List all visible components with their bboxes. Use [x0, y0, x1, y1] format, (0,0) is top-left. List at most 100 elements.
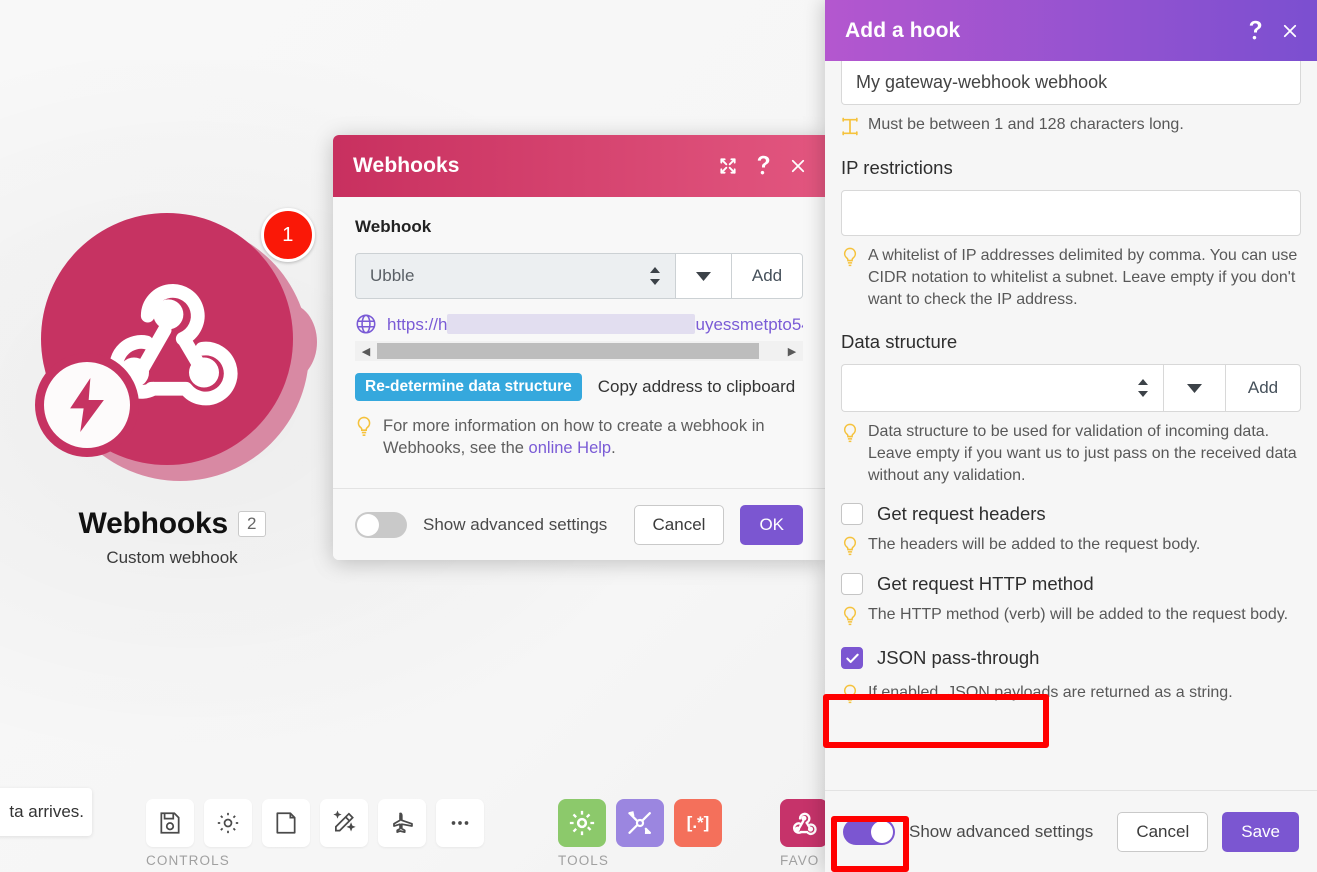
webhooks-dialog-header: Webhooks: [333, 135, 825, 197]
close-icon[interactable]: [789, 157, 807, 175]
tools-utilities-button[interactable]: [616, 799, 664, 847]
webhook-section-title: Webhook: [355, 217, 432, 236]
json-pass-through-hint-text: If enabled, JSON payloads are returned a…: [868, 684, 1233, 702]
get-request-headers-row[interactable]: Get request headers: [841, 503, 1301, 526]
webhooks-dialog: Webhooks Webhook Ubble Add https://h uye…: [333, 135, 825, 560]
node-subtitle: Custom webhook: [106, 548, 238, 567]
save-button[interactable]: Save: [1222, 811, 1299, 852]
hook-name-field-wrap: My gateway-webhook webhook: [841, 61, 1301, 105]
data-structure-hint-text: Data structure to be used for validation…: [868, 423, 1297, 485]
lightbulb-icon: [843, 423, 857, 443]
app-root: 1 Webhooks 2 Custom webhook ta arrives.: [0, 0, 1317, 872]
tools-flow-control-button[interactable]: [558, 799, 606, 847]
toolbar-group-label-favorites: FAVO: [780, 853, 820, 868]
ip-restrictions-input[interactable]: [841, 190, 1301, 236]
copy-address-button[interactable]: Copy address to clipboard: [598, 377, 796, 397]
get-request-headers-hint-text: The headers will be added to the request…: [868, 536, 1201, 554]
ip-restrictions-hint-text: A whitelist of IP addresses delimited by…: [868, 247, 1298, 309]
add-hook-body: My gateway-webhook webhook Must be betwe…: [825, 61, 1317, 790]
check-icon: [845, 653, 859, 663]
purple-tools-icon: [628, 811, 651, 835]
scrollbar-track[interactable]: [377, 343, 781, 359]
webhook-dropdown-button[interactable]: [675, 253, 731, 299]
webhook-url[interactable]: https://h uyessmetpto54on19xc: [387, 313, 803, 335]
toggle-knob: [871, 820, 893, 843]
show-advanced-settings-toggle[interactable]: [843, 818, 895, 845]
airplane-icon: [393, 812, 413, 833]
more-options-button[interactable]: [436, 799, 484, 847]
data-structure-select[interactable]: [841, 364, 1163, 413]
more-ellipsis-icon: [451, 821, 469, 825]
json-pass-through-label: JSON pass-through: [877, 647, 1040, 669]
get-request-headers-checkbox[interactable]: [841, 503, 863, 526]
webhooks-dialog-title: Webhooks: [353, 154, 460, 177]
scrollbar-thumb[interactable]: [377, 343, 759, 359]
lightbulb-icon: [357, 416, 371, 436]
ip-restrictions-label: IP restrictions: [841, 157, 953, 178]
webhook-select-group: Ubble Add: [355, 253, 803, 299]
auto-align-button[interactable]: [320, 799, 368, 847]
run-once-button[interactable]: [378, 799, 426, 847]
tools-text-parser-button[interactable]: [.*]: [674, 799, 722, 847]
cancel-button[interactable]: Cancel: [633, 504, 725, 545]
cancel-button[interactable]: Cancel: [1117, 811, 1209, 852]
webhooks-dialog-footer: Show advanced settings Cancel OK: [333, 488, 825, 560]
get-request-http-method-hint: The HTTP method (verb) will be added to …: [841, 604, 1301, 627]
webhook-select[interactable]: Ubble: [355, 253, 675, 299]
hook-name-hint: Must be between 1 and 128 characters lon…: [841, 114, 1301, 137]
online-help-link[interactable]: online Help: [529, 439, 612, 457]
module-node-webhooks[interactable]: 1 Webhooks 2 Custom webhook: [22, 205, 322, 568]
get-request-headers-label: Get request headers: [877, 503, 1046, 525]
redetermine-data-structure-button[interactable]: Re-determine data structure: [355, 373, 582, 401]
webhook-url-suffix: uyessmetpto54on19xc: [695, 314, 803, 334]
json-pass-through-hint: If enabled, JSON payloads are returned a…: [841, 682, 1301, 705]
json-pass-through-checkbox[interactable]: [841, 647, 863, 670]
module-node-graphic[interactable]: 1: [27, 205, 317, 505]
hook-name-input[interactable]: My gateway-webhook webhook: [841, 61, 1301, 105]
favorite-webhook-button[interactable]: [780, 799, 828, 847]
show-advanced-settings-toggle[interactable]: [355, 511, 407, 538]
controls-icons: [146, 799, 484, 847]
instant-trigger-badge: [35, 353, 139, 457]
json-pass-through-row[interactable]: JSON pass-through: [841, 647, 1301, 670]
toggle-knob: [357, 513, 379, 536]
favorite-webhook-icon: [792, 812, 817, 836]
globe-icon: [356, 314, 376, 334]
node-title: Webhooks: [78, 507, 229, 540]
ip-restrictions-hint: A whitelist of IP addresses delimited by…: [841, 245, 1301, 311]
ok-button[interactable]: OK: [740, 504, 803, 545]
toolbar-group-tools: [.*] TOOLS: [558, 799, 722, 868]
close-icon[interactable]: [1281, 22, 1299, 40]
hook-name-hint-text: Must be between 1 and 128 characters lon…: [868, 116, 1184, 133]
expand-icon[interactable]: [718, 156, 738, 176]
webhook-url-prefix: https://h: [387, 314, 448, 334]
node-step-badge: 1: [261, 208, 315, 262]
notes-button[interactable]: [262, 799, 310, 847]
webhook-add-button[interactable]: Add: [731, 253, 803, 299]
get-request-http-method-checkbox[interactable]: [841, 573, 863, 596]
webhook-hint-text: For more information on how to create a …: [383, 415, 803, 460]
toolbar-group-label-tools: TOOLS: [558, 853, 610, 868]
add-hook-title: Add a hook: [845, 18, 961, 42]
select-spinner-icon: [1137, 379, 1149, 398]
help-icon[interactable]: [1248, 20, 1263, 42]
show-advanced-settings-label: Show advanced settings: [423, 514, 608, 534]
save-button[interactable]: [146, 799, 194, 847]
scroll-left-arrow[interactable]: ◀: [355, 345, 377, 358]
data-structure-dropdown-button[interactable]: [1163, 364, 1225, 413]
settings-button[interactable]: [204, 799, 252, 847]
favorites-icons: [780, 799, 828, 847]
scroll-right-arrow[interactable]: ▶: [781, 345, 803, 358]
node-title-row: Webhooks 2: [22, 507, 322, 541]
lightbulb-icon: [843, 607, 857, 626]
webhook-url-row: https://h uyessmetpto54on19xc: [355, 313, 803, 335]
lightning-bolt-icon: [70, 378, 104, 432]
help-icon[interactable]: [756, 155, 771, 177]
bottom-toolbar: CONTROLS [.*] TOOLS FAVO: [0, 780, 830, 872]
get-request-http-method-label: Get request HTTP method: [877, 573, 1094, 595]
webhook-url-scrollbar[interactable]: ◀ ▶: [355, 341, 803, 361]
data-structure-add-button[interactable]: Add: [1225, 364, 1301, 413]
get-request-http-method-row[interactable]: Get request HTTP method: [841, 573, 1301, 596]
green-gear-icon: [569, 810, 595, 836]
webhook-url-redacted: [447, 313, 696, 334]
